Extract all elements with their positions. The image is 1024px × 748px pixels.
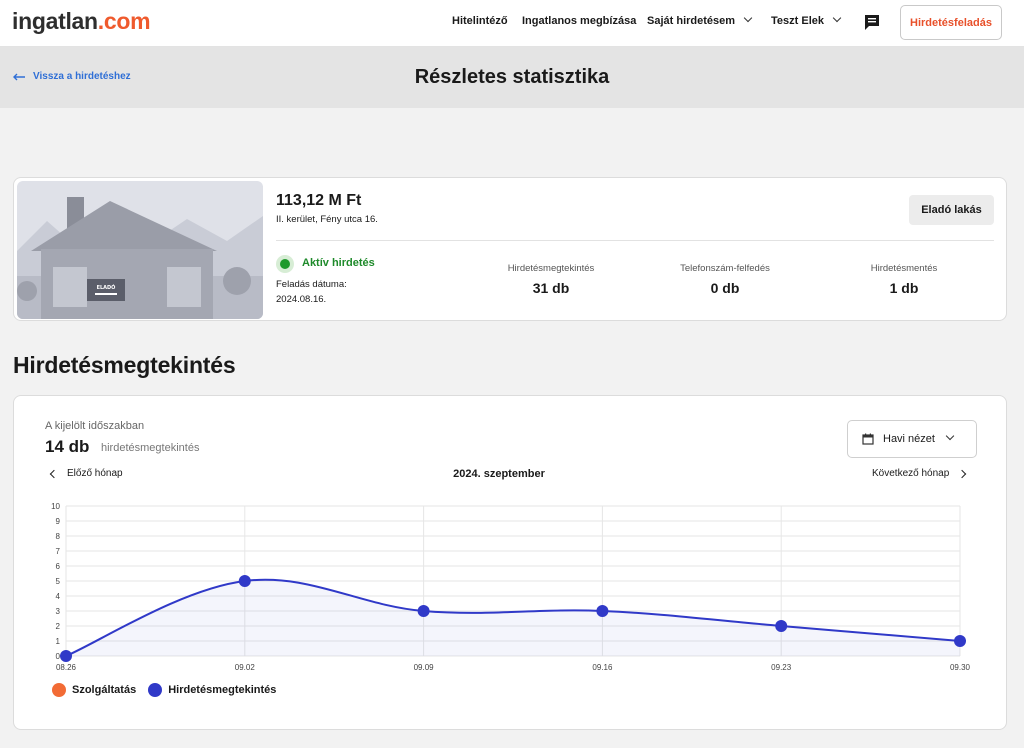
top-navigation: ingatlan.com Hitelintéző Ingatlanos megb… [0,0,1024,47]
stat-label: Hirdetésmegtekintés [507,263,595,274]
y-tick-label: 3 [56,607,61,616]
section-title: Hirdetésmegtekintés [13,352,236,378]
chevron-down-icon [832,13,842,23]
listing-summary-card: ELADÓ 113,12 M Ft II. kerület, Fény utca… [13,177,1007,321]
y-tick-label: 1 [56,637,61,646]
chart-legend: Szolgáltatás Hirdetésmegtekintés [52,683,288,697]
x-tick-label: 08.26 [56,663,77,672]
y-tick-label: 7 [56,547,61,556]
nav-my-ads-menu[interactable]: Saját hirdetésem [647,13,753,27]
legend-item[interactable]: Szolgáltatás [52,683,136,697]
logo-text-main: ingatlan [12,8,98,34]
y-tick-label: 6 [56,562,61,571]
legend-swatch [148,683,163,697]
views-line-chart: 0 1 2 3 4 5 6 7 8 9 10 08.26 09.02 09.09 09.16 09.23 09.… [51,502,971,672]
stat-value: 31 db [532,280,570,296]
post-ad-button[interactable]: Hirdetésfeladás [900,5,1002,40]
listing-price: 113,12 M Ft [276,192,362,209]
data-point [954,635,966,647]
y-tick-label: 9 [56,517,61,526]
legend-swatch [52,683,66,697]
listing-address: II. kerület, Fény utca 16. [276,214,378,225]
data-point [596,605,609,617]
y-tick-label: 4 [56,592,61,601]
nav-user-menu[interactable]: Teszt Elek [771,13,842,27]
y-tick-label: 5 [56,577,61,586]
listing-image: ELADÓ [17,181,263,319]
posted-date-value: 2024.08.16. [276,294,327,305]
sale-sign-text: ELADÓ [97,284,116,291]
x-tick-label: 09.02 [235,663,256,672]
views-chart-card: A kijelölt időszakban 14 db hirdetésmegt… [13,395,1007,730]
legend-item[interactable]: Hirdetésmegtekintés [148,683,276,697]
x-tick-label: 09.09 [414,663,435,672]
nav-credit-link[interactable]: Hitelintéző [452,15,508,27]
card-divider [276,240,994,241]
stat-saves: Hirdetésmentés 1 db [829,263,979,296]
stat-value: 1 db [889,280,919,296]
stat-value: 0 db [710,280,740,296]
data-point [775,620,788,632]
page-header: Vissza a hirdetéshez Részletes statiszti… [0,47,1024,108]
site-logo[interactable]: ingatlan.com [12,8,151,35]
data-point [60,650,72,662]
stat-label: Telefonszám-felfedés [680,263,770,274]
posted-date-label: Feladás dátuma: [276,279,347,290]
nav-agent-link[interactable]: Ingatlanos megbízása [522,15,636,27]
stat-phone-reveals: Telefonszám-felfedés 0 db [650,263,800,296]
y-tick-label: 8 [56,532,61,541]
data-point [238,575,251,587]
legend-label: Szolgáltatás [72,684,137,696]
stat-label: Hirdetésmentés [870,263,938,274]
page-title: Részletes statisztika [414,66,610,88]
nav-user-label: Teszt Elek [771,15,824,27]
listing-type-badge[interactable]: Eladó lakás [909,195,994,225]
x-tick-label: 09.30 [950,663,971,672]
data-point [417,605,430,617]
x-tick-label: 09.16 [592,663,613,672]
chevron-down-icon [743,13,753,23]
logo-text-domain: .com [97,8,151,34]
y-tick-label: 2 [56,622,61,631]
y-tick-label: 0 [56,652,61,661]
x-tick-label: 09.23 [771,663,792,672]
listing-status: Aktív hirdetés [302,257,375,269]
chat-icon[interactable] [864,14,880,32]
y-tick-label: 10 [51,502,60,511]
legend-label: Hirdetésmegtekintés [168,684,277,696]
nav-my-ads-label: Saját hirdetésem [647,15,736,27]
status-active-icon [276,255,294,273]
stat-views: Hirdetésmegtekintés 31 db [476,263,626,296]
